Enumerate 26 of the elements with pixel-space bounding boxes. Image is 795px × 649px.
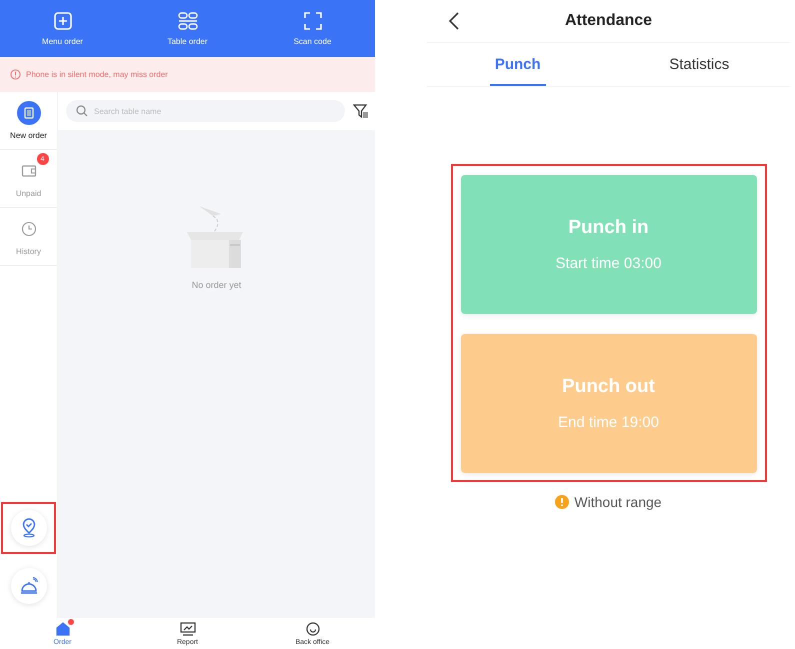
clock-icon: [20, 221, 36, 237]
table-order-button[interactable]: Table order: [125, 0, 250, 57]
warning-icon: [555, 495, 570, 509]
warning-text: Phone is in silent mode, may miss order: [26, 70, 168, 79]
empty-message: No order yet: [192, 280, 242, 290]
home-icon: [56, 622, 70, 636]
menu-order-button[interactable]: Menu order: [0, 0, 125, 57]
grid-icon: [176, 11, 198, 31]
alert-icon: [10, 69, 21, 80]
smile-icon: [306, 622, 320, 636]
scan-icon: [302, 11, 322, 31]
document-icon: [22, 106, 36, 120]
wallet-icon: [20, 164, 36, 178]
search-field[interactable]: Search table name: [66, 100, 345, 122]
chart-monitor-icon: [180, 622, 196, 636]
bell-button[interactable]: [10, 568, 46, 604]
search-icon: [76, 105, 88, 117]
scan-code-button[interactable]: Scan code: [250, 0, 375, 57]
service-bell-icon: [18, 577, 38, 595]
back-icon[interactable]: [448, 12, 460, 30]
plus-icon: [52, 11, 72, 31]
notice-text: Without range: [574, 494, 662, 510]
tab[interactable]: Statistics: [608, 43, 790, 86]
check-in-button[interactable]: [10, 510, 46, 546]
screen-title: Attendance: [564, 12, 652, 30]
filter-icon[interactable]: [353, 103, 369, 119]
